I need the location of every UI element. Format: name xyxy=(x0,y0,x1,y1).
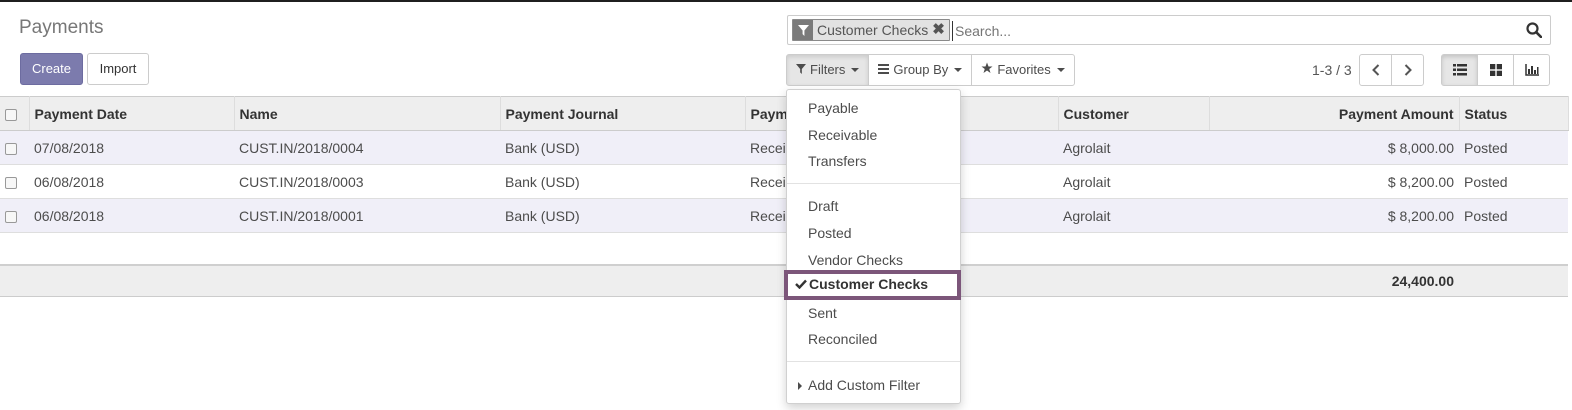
group-by-label: Group By xyxy=(893,62,949,77)
filter-option-selected[interactable]: Customer Checks xyxy=(784,270,961,300)
caret-down-icon xyxy=(954,68,963,72)
view-switcher xyxy=(1441,54,1550,86)
pager-value[interactable]: 1-3 / 3 xyxy=(1312,62,1352,78)
add-custom-filter-label: Add Custom Filter xyxy=(808,377,921,393)
facet-value: Customer Checks xyxy=(817,22,929,38)
check-icon xyxy=(795,274,809,294)
total-amount: 24,400.00 xyxy=(1209,263,1459,297)
empty-row xyxy=(0,233,1568,265)
search-options: Filters Group By Favorites xyxy=(786,54,1075,86)
page-title: Payments xyxy=(19,17,104,38)
filter-option[interactable]: Transfers xyxy=(787,148,960,174)
cell-payment-date: 06/08/2018 xyxy=(29,164,234,199)
star-icon xyxy=(981,55,993,85)
column-header[interactable]: Customer xyxy=(1058,96,1210,131)
cell-amount: $ 8,200.00 xyxy=(1209,198,1459,233)
filter-option-label: Customer Checks xyxy=(809,276,929,292)
list-view-button[interactable] xyxy=(1441,54,1478,86)
filter-icon xyxy=(796,55,806,85)
kanban-view-button[interactable] xyxy=(1477,54,1514,86)
pager-buttons xyxy=(1359,54,1424,86)
list-icon xyxy=(878,55,890,85)
cell-customer: Agrolait xyxy=(1058,164,1209,199)
add-custom-filter[interactable]: Add Custom Filter xyxy=(787,372,960,398)
create-button[interactable]: Create xyxy=(20,53,83,85)
filter-option[interactable]: Sent xyxy=(787,300,960,326)
filters-dropdown: Payable Receivable Transfers Draft Poste… xyxy=(784,89,961,404)
pager-previous-button[interactable] xyxy=(1359,54,1392,86)
cell-name: CUST.IN/2018/0001 xyxy=(234,198,500,233)
cell-journal: Bank (USD) xyxy=(500,198,745,233)
row-checkbox[interactable] xyxy=(0,164,29,199)
filter-option[interactable]: Receivable xyxy=(787,122,960,148)
cell-amount: $ 8,000.00 xyxy=(1209,130,1459,165)
cell-journal: Bank (USD) xyxy=(500,164,745,199)
filters-button[interactable]: Filters xyxy=(786,54,870,86)
favorites-button[interactable]: Favorites xyxy=(971,54,1075,86)
column-header[interactable]: Name xyxy=(234,96,501,131)
group-by-button[interactable]: Group By xyxy=(868,54,973,86)
filter-option[interactable]: Payable xyxy=(787,95,960,121)
caret-down-icon xyxy=(851,68,860,72)
graph-view-button[interactable] xyxy=(1513,54,1550,86)
select-all-checkbox[interactable] xyxy=(0,96,30,131)
cell-customer: Agrolait xyxy=(1058,198,1209,233)
cell-payment-date: 06/08/2018 xyxy=(29,198,234,233)
menu-divider xyxy=(787,183,960,184)
filters-label: Filters xyxy=(810,62,846,77)
cell-customer: Agrolait xyxy=(1058,130,1209,165)
pager-next-button[interactable] xyxy=(1391,54,1424,86)
search-icon[interactable] xyxy=(1526,22,1543,41)
search-input[interactable] xyxy=(952,21,1512,41)
cell-name: CUST.IN/2018/0004 xyxy=(234,130,500,165)
favorites-label: Favorites xyxy=(997,62,1051,77)
cell-amount: $ 8,200.00 xyxy=(1209,164,1459,199)
facet-remove-icon[interactable]: ✖ xyxy=(932,20,949,40)
cell-status: Posted xyxy=(1459,164,1568,199)
import-button[interactable]: Import xyxy=(87,53,149,85)
column-header[interactable]: Payment Amount xyxy=(1209,96,1460,131)
table-row[interactable]: 06/08/2018 CUST.IN/2018/0003 Bank (USD) … xyxy=(0,164,1568,199)
filter-option[interactable]: Reconciled xyxy=(787,326,960,352)
caret-down-icon xyxy=(1056,68,1065,72)
search-facet: Customer Checks ✖ xyxy=(792,19,950,41)
filter-icon xyxy=(793,20,813,40)
table-row[interactable]: 06/08/2018 CUST.IN/2018/0001 Bank (USD) … xyxy=(0,198,1568,233)
column-header[interactable]: Status xyxy=(1459,96,1569,131)
menu-divider xyxy=(787,361,960,362)
cell-status: Posted xyxy=(1459,198,1568,233)
row-checkbox[interactable] xyxy=(0,198,29,233)
row-checkbox[interactable] xyxy=(0,130,29,165)
column-header[interactable]: Payment Journal xyxy=(500,96,746,131)
filter-option[interactable]: Draft xyxy=(787,193,960,219)
cell-name: CUST.IN/2018/0003 xyxy=(234,164,500,199)
table-row[interactable]: 07/08/2018 CUST.IN/2018/0004 Bank (USD) … xyxy=(0,130,1568,165)
caret-right-icon xyxy=(798,382,802,391)
table-header: Payment Date Name Payment Journal Paym C… xyxy=(0,96,1569,131)
column-header[interactable]: Payment Date xyxy=(29,96,235,131)
filter-option[interactable]: Posted xyxy=(787,220,960,246)
cell-journal: Bank (USD) xyxy=(500,130,745,165)
cell-status: Posted xyxy=(1459,130,1568,165)
cell-payment-date: 07/08/2018 xyxy=(29,130,234,165)
